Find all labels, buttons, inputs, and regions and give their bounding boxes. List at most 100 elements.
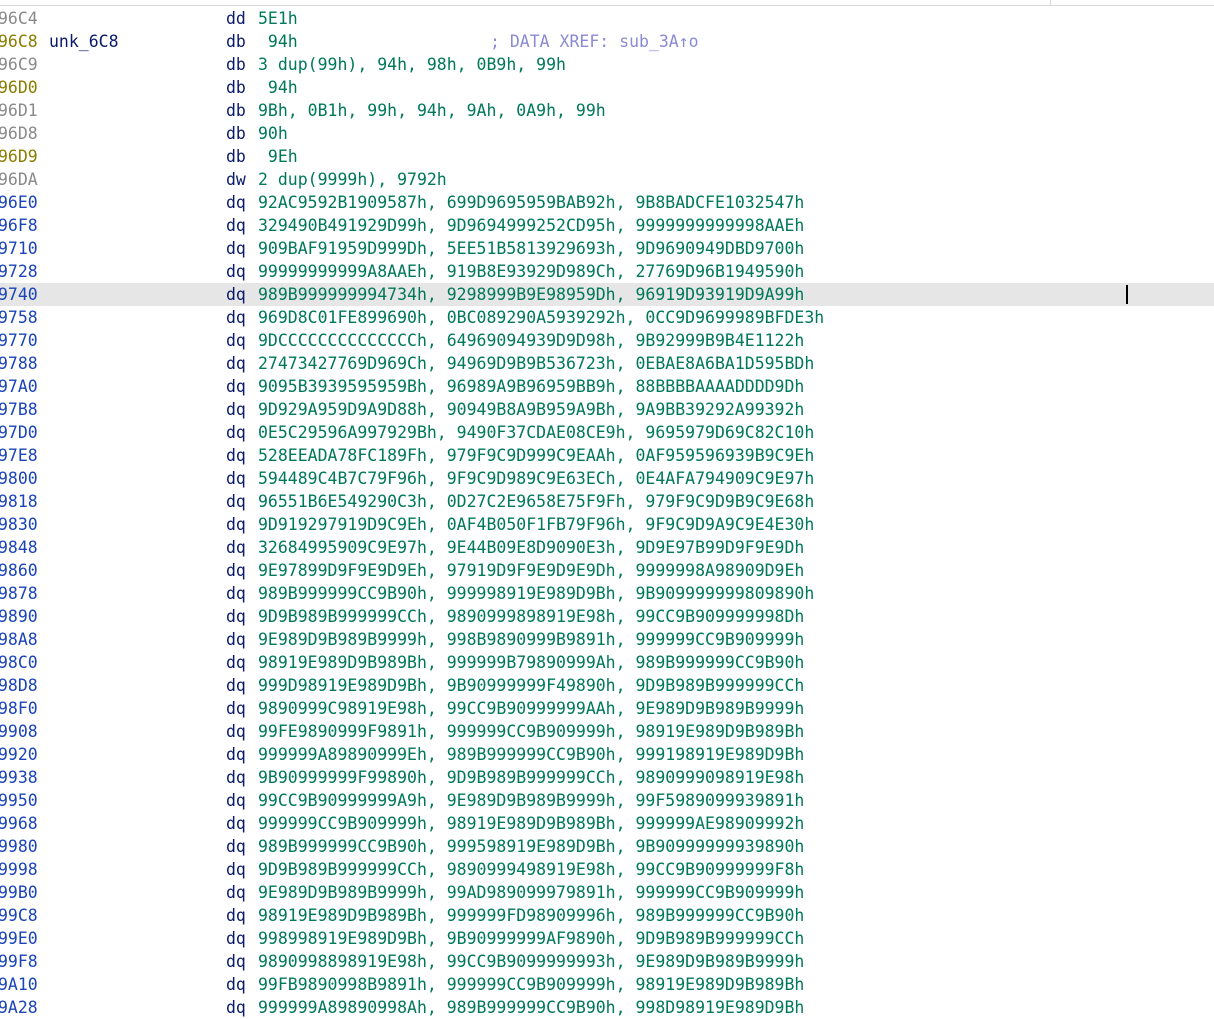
line-directive[interactable]: dq [226, 881, 246, 904]
line-directive[interactable]: db [226, 145, 246, 168]
line-directive[interactable]: dq [226, 283, 246, 306]
line-operands[interactable]: 32684995909C9E97h, 9E44B09E8D9090E3h, 9D… [258, 536, 804, 559]
line-address[interactable]: 97E8 [0, 444, 38, 467]
line-directive[interactable]: dq [226, 559, 246, 582]
listing-line[interactable]: 9980 dq 989B999999CC9B90h, 999598919E989D9… [0, 835, 1214, 858]
line-address[interactable]: 96D8 [0, 122, 38, 145]
line-operands[interactable]: 94h [258, 76, 298, 99]
listing-line[interactable]: 9968 dq 999999CC9B909999h, 98919E989D9B989… [0, 812, 1214, 835]
line-address[interactable]: 9908 [0, 720, 38, 743]
listing-line[interactable]: 9908 dq 99FE9890999F9891h, 999999CC9B90999… [0, 720, 1214, 743]
line-directive[interactable]: dq [226, 766, 246, 789]
line-operands[interactable]: 9Eh [258, 145, 298, 168]
line-operands[interactable]: 9D919297919D9C9Eh, 0AF4B050F1FB79F96h, 9… [258, 513, 814, 536]
listing-line[interactable]: 99B0 dq 9E989D9B989B9999h, 99AD98909997989… [0, 881, 1214, 904]
line-directive[interactable]: dq [226, 352, 246, 375]
line-operands[interactable]: 329490B491929D99h, 9D9694999252CD95h, 99… [258, 214, 804, 237]
listing-line[interactable]: 97B8 dq 9D929A959D9A9D88h, 90949B8A9B959A9… [0, 398, 1214, 421]
line-directive[interactable]: dq [226, 973, 246, 996]
listing-line[interactable]: 9938 dq 9B90999999F99890h, 9D9B989B999999C… [0, 766, 1214, 789]
line-address[interactable]: 9728 [0, 260, 38, 283]
line-address[interactable]: 96DA [0, 168, 38, 191]
line-address[interactable]: 9830 [0, 513, 38, 536]
listing-line[interactable]: 9890 dq 9D9B989B999999CCh, 9890999898919E9… [0, 605, 1214, 628]
line-directive[interactable]: dq [226, 789, 246, 812]
line-operands[interactable]: 9DCCCCCCCCCCCCCCh, 64969094939D9D98h, 9B… [258, 329, 804, 352]
line-address[interactable]: 99F8 [0, 950, 38, 973]
listing-line[interactable]: 9758 dq 969D8C01FE899690h, 0BC089290A59392… [0, 306, 1214, 329]
listing-line[interactable]: 97A0 dq 9095B3939595959Bh, 96989A9B96959BB… [0, 375, 1214, 398]
line-operands[interactable]: 999999CC9B909999h, 98919E989D9B989Bh, 99… [258, 812, 804, 835]
line-address[interactable]: 9938 [0, 766, 38, 789]
line-address[interactable]: 9710 [0, 237, 38, 260]
listing-line[interactable]: 96D8 db 90h [0, 122, 1214, 145]
line-directive[interactable]: dq [226, 628, 246, 651]
line-operands[interactable]: 0E5C29596A997929Bh, 9490F37CDAE08CE9h, 9… [258, 421, 814, 444]
line-operands[interactable]: 594489C4B7C79F96h, 9F9C9D989C9E63ECh, 0E… [258, 467, 814, 490]
line-operands[interactable]: 27473427769D969Ch, 94969D9B9B536723h, 0E… [258, 352, 814, 375]
line-operands[interactable]: 99999999999A8AAEh, 919B8E93929D989Ch, 27… [258, 260, 804, 283]
line-directive[interactable]: dq [226, 237, 246, 260]
line-directive[interactable]: dq [226, 421, 246, 444]
line-operands[interactable]: 969D8C01FE899690h, 0BC089290A5939292h, 0… [258, 306, 824, 329]
line-operands[interactable]: 96551B6E549290C3h, 0D27C2E9658E75F9Fh, 9… [258, 490, 814, 513]
listing-line[interactable]: 96DA dw 2 dup(9999h), 9792h [0, 168, 1214, 191]
line-directive[interactable]: dq [226, 674, 246, 697]
line-directive[interactable]: dq [226, 329, 246, 352]
line-operands[interactable]: 90h [258, 122, 288, 145]
listing-line[interactable]: 96E0 dq 92AC9592B1909587h, 699D9695959BAB9… [0, 191, 1214, 214]
line-directive[interactable]: dq [226, 996, 246, 1019]
line-operands[interactable]: 99FB9890998B9891h, 999999CC9B909999h, 98… [258, 973, 804, 996]
listing-line[interactable]: 9920 dq 999999A89890999Eh, 989B999999CC9B9… [0, 743, 1214, 766]
line-address[interactable]: 98D8 [0, 674, 38, 697]
line-address[interactable]: 9950 [0, 789, 38, 812]
line-directive[interactable]: db [226, 53, 246, 76]
line-operands[interactable]: 9890998898919E98h, 99CC9B9099999993h, 9E… [258, 950, 804, 973]
line-operands[interactable]: 9D9B989B999999CCh, 9890999498919E98h, 99… [258, 858, 804, 881]
line-directive[interactable]: dq [226, 858, 246, 881]
line-operands[interactable]: 2 dup(9999h), 9792h [258, 168, 447, 191]
line-operands[interactable]: 99FE9890999F9891h, 999999CC9B909999h, 98… [258, 720, 804, 743]
line-directive[interactable]: dq [226, 513, 246, 536]
listing-line[interactable]: 96D1 db 9Bh, 0B1h, 99h, 94h, 9Ah, 0A9h, 99… [0, 99, 1214, 122]
line-operands[interactable]: 9Bh, 0B1h, 99h, 94h, 9Ah, 0A9h, 99h [258, 99, 606, 122]
listing-line[interactable]: 98A8 dq 9E989D9B989B9999h, 998B9890999B989… [0, 628, 1214, 651]
line-address[interactable]: 97A0 [0, 375, 38, 398]
line-operands[interactable]: 989B999999CC9B90h, 999998919E989D9Bh, 9B… [258, 582, 814, 605]
line-directive[interactable]: db [226, 99, 246, 122]
line-address[interactable]: 96D0 [0, 76, 38, 99]
listing-line[interactable]: 98C0 dq 98919E989D9B989Bh, 999999B79890999… [0, 651, 1214, 674]
line-address[interactable]: 96D1 [0, 99, 38, 122]
line-directive[interactable]: db [226, 76, 246, 99]
line-directive[interactable]: dq [226, 467, 246, 490]
line-address[interactable]: 99B0 [0, 881, 38, 904]
line-operands[interactable]: 9D9B989B999999CCh, 9890999898919E98h, 99… [258, 605, 804, 628]
line-address[interactable]: 96C8 [0, 30, 38, 53]
line-directive[interactable]: dq [226, 214, 246, 237]
listing-line-current[interactable]: 9740 dq 989B999999994734h, 9298999B9E98959… [0, 283, 1214, 306]
line-operands[interactable]: 98919E989D9B989Bh, 999999B79890999Ah, 98… [258, 651, 804, 674]
line-directive[interactable]: dq [226, 812, 246, 835]
listing-line[interactable]: 9728 dq 99999999999A8AAEh, 919B8E93929D989… [0, 260, 1214, 283]
listing-line[interactable]: 9860 dq 9E97899D9F9E9D9Eh, 97919D9F9E9D9E9… [0, 559, 1214, 582]
line-directive[interactable]: dq [226, 904, 246, 927]
listing-line[interactable]: 9818 dq 96551B6E549290C3h, 0D27C2E9658E75F… [0, 490, 1214, 513]
line-address[interactable]: 9860 [0, 559, 38, 582]
line-operands[interactable]: 9095B3939595959Bh, 96989A9B96959BB9h, 88… [258, 375, 804, 398]
line-operands[interactable]: 3 dup(99h), 94h, 98h, 0B9h, 99h [258, 53, 566, 76]
listing-line[interactable]: 96D9 db 9Eh [0, 145, 1214, 168]
line-address[interactable]: 9818 [0, 490, 38, 513]
line-directive[interactable]: dq [226, 191, 246, 214]
line-directive[interactable]: db [226, 122, 246, 145]
listing-line[interactable]: 96C4 dd 5E1h [0, 7, 1214, 30]
line-directive[interactable]: dq [226, 720, 246, 743]
line-address[interactable]: 9920 [0, 743, 38, 766]
line-directive[interactable]: dq [226, 444, 246, 467]
line-directive[interactable]: dq [226, 490, 246, 513]
line-operands[interactable]: 999999A89890998Ah, 989B999999CC9B90h, 99… [258, 996, 804, 1019]
line-directive[interactable]: dq [226, 835, 246, 858]
listing-line[interactable]: 9830 dq 9D919297919D9C9Eh, 0AF4B050F1FB79F… [0, 513, 1214, 536]
line-operands[interactable]: 989B999999994734h, 9298999B9E98959Dh, 96… [258, 283, 804, 306]
line-directive[interactable]: dq [226, 927, 246, 950]
line-address[interactable]: 96C4 [0, 7, 38, 30]
